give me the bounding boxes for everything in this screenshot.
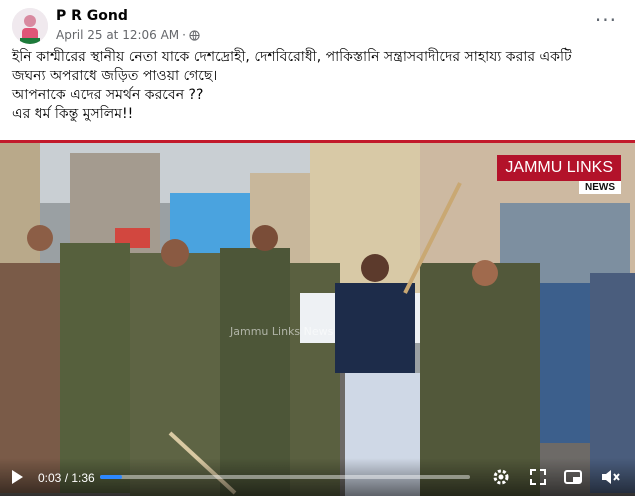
play-icon[interactable]: [12, 470, 23, 484]
pip-icon[interactable]: [562, 466, 584, 488]
gear-icon[interactable]: [490, 466, 512, 488]
more-options-button[interactable]: ···: [595, 8, 617, 32]
post-header: P R Gond April 25 at 12:06 AM · ···: [0, 0, 635, 44]
video-controls: 0:03 / 1:36: [0, 458, 635, 496]
meta-separator: ·: [182, 28, 186, 42]
post-text-line: এর ধর্ম কিন্তু মুসলিম!!: [12, 106, 134, 122]
post-text-line: আপনাকে এদের সমর্থন করবেন ??: [12, 87, 204, 103]
video-time: 0:03 / 1:36: [38, 471, 95, 485]
post-text-line: জঘন্য অপরাধে জড়িত পাওয়া গেছে।: [12, 68, 218, 84]
video-watermark: Jammu Links News: [230, 325, 334, 338]
video-progress-fill: [100, 475, 123, 479]
channel-logo-sub: NEWS: [579, 181, 621, 194]
post-meta: April 25 at 12:06 AM ·: [56, 28, 200, 42]
fullscreen-expand-icon[interactable]: [527, 466, 549, 488]
post-body: ইনি কাশ্মীরের স্থানীয় নেতা যাকে দেশদ্রো…: [12, 48, 627, 124]
globe-icon: [189, 29, 200, 41]
channel-logo: JAMMU LINKS: [497, 155, 621, 181]
post-timestamp[interactable]: April 25 at 12:06 AM: [56, 28, 179, 42]
mute-icon[interactable]: [599, 466, 621, 488]
video-frame: [0, 143, 635, 496]
video-player[interactable]: JAMMU LINKS NEWS Jammu Links News 0:03 /…: [0, 140, 635, 496]
video-progress-bar[interactable]: [100, 475, 470, 479]
avatar[interactable]: [12, 8, 48, 44]
author-name[interactable]: P R Gond: [56, 8, 128, 24]
post-text-line: ইনি কাশ্মীরের স্থানীয় নেতা যাকে দেশদ্রো…: [12, 49, 572, 65]
